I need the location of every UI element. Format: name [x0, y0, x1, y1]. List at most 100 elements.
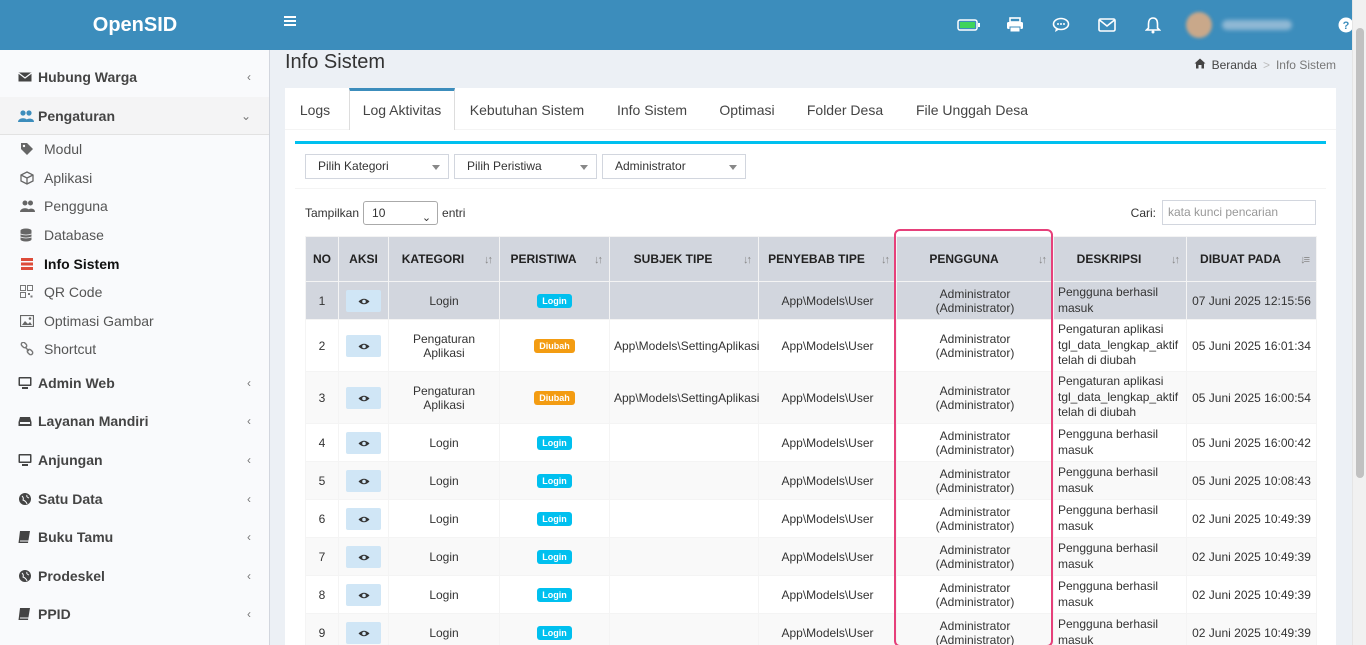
tab-folder-desa[interactable]: Folder Desa — [797, 88, 893, 130]
sidebar-sub-aplikasi[interactable]: Aplikasi — [0, 164, 269, 192]
cell-dibuat-pada: 02 Juni 2025 10:49:39 — [1186, 575, 1317, 614]
view-button[interactable] — [346, 431, 381, 454]
activity-log-table: NO AKSI KATEGORI ↓↑ PERISTIWA ↓↑ SUBJEK TI… — [305, 236, 1317, 645]
sidebar-sub-info-sistem[interactable]: Info Sistem — [0, 250, 269, 278]
description-line: tgl_data_lengkap_aktif — [1058, 389, 1179, 404]
table-row: 5 Login Login App\Models\User Administrator … — [305, 461, 1317, 500]
eye-icon — [358, 516, 370, 522]
peristiwa-badge: Login — [537, 512, 572, 526]
view-button[interactable] — [346, 583, 381, 606]
sidebar-item-prodeskel[interactable]: Prodeskel ‹ — [0, 557, 269, 595]
cell-peristiwa: Login — [499, 575, 610, 614]
cell-dibuat-pada: 05 Juni 2025 16:01:34 — [1186, 319, 1317, 372]
sidebar-sub-pengguna[interactable]: Pengguna — [0, 192, 269, 220]
peristiwa-badge: Diubah — [534, 391, 575, 405]
users-icon — [20, 199, 35, 213]
sidebar-item-layanan-mandiri[interactable]: Layanan Mandiri ‹ — [0, 402, 269, 440]
print-icon[interactable] — [992, 0, 1038, 50]
sidebar-sub-optimasi-gambar[interactable]: Optimasi Gambar — [0, 307, 269, 335]
table-header-row: NO AKSI KATEGORI ↓↑ PERISTIWA ↓↑ SUBJEK TI… — [305, 236, 1317, 282]
cell-peristiwa: Login — [499, 461, 610, 500]
col-subjek-tipe[interactable]: SUBJEK TIPE ↓↑ — [609, 236, 759, 282]
cell-kategori: Login — [388, 281, 500, 320]
chevron-down-icon: ⌄ — [421, 212, 432, 224]
tab-optimasi[interactable]: Optimasi — [709, 88, 785, 130]
tab-info-sistem[interactable]: Info Sistem — [605, 88, 699, 130]
cell-pengguna: Administrator (Administrator) — [896, 537, 1054, 576]
bell-icon[interactable] — [1130, 0, 1176, 50]
sidebar-sub-qr-code[interactable]: QR Code — [0, 278, 269, 306]
menu-toggle-icon[interactable] — [283, 14, 297, 28]
view-button[interactable] — [346, 507, 381, 530]
sidebar-item-buku-tamu[interactable]: Buku Tamu ‹ — [0, 518, 269, 556]
scrollbar-thumb[interactable] — [1356, 28, 1364, 478]
cell-deskripsi: Pengguna berhasil masuk — [1053, 423, 1187, 462]
col-deskripsi[interactable]: DESKRIPSI ↓↑ — [1053, 236, 1187, 282]
tab-file-unggah-desa[interactable]: File Unggah Desa — [905, 88, 1039, 130]
col-peristiwa[interactable]: PERISTIWA ↓↑ — [499, 236, 610, 282]
monitor-icon — [18, 453, 32, 467]
view-button[interactable] — [346, 386, 381, 409]
peristiwa-select[interactable]: Pilih Peristiwa — [454, 154, 597, 179]
sidebar-item-ppid[interactable]: PPID ‹ — [0, 595, 269, 633]
page-length-select[interactable]: 10 ⌄ — [363, 201, 439, 225]
col-no: NO — [305, 236, 339, 282]
col-pengguna[interactable]: PENGGUNA ↓↑ — [896, 236, 1054, 282]
cell-aksi — [338, 537, 389, 576]
cell-peristiwa: Diubah — [499, 371, 610, 424]
sidebar-item-satu-data[interactable]: Satu Data ‹ — [0, 480, 269, 518]
cell-aksi — [338, 371, 389, 424]
col-kategori[interactable]: KATEGORI ↓↑ — [388, 236, 500, 282]
tab-log-aktivitas[interactable]: Log Aktivitas — [349, 88, 455, 130]
mail-icon[interactable] — [1084, 0, 1130, 50]
eye-icon — [358, 630, 370, 636]
user-menu[interactable] — [1176, 0, 1326, 50]
cell-deskripsi: Pengguna berhasil masuk — [1053, 613, 1187, 645]
chat-icon[interactable] — [1038, 0, 1084, 50]
sidebar-item-anjungan[interactable]: Anjungan ‹ — [0, 441, 269, 479]
breadcrumb-home[interactable]: Beranda — [1212, 58, 1257, 72]
peristiwa-badge: Login — [537, 474, 572, 488]
tab-kebutuhan-sistem[interactable]: Kebutuhan Sistem — [461, 88, 593, 130]
peristiwa-badge: Login — [537, 550, 572, 564]
view-button[interactable] — [346, 469, 381, 492]
cell-pengguna: Administrator (Administrator) — [896, 371, 1054, 424]
col-dibuat-pada[interactable]: DIBUAT PADA ↓≡ — [1186, 236, 1317, 282]
description-line: Pengaturan aplikasi — [1058, 374, 1164, 389]
sort-icon: ↓↑ — [594, 254, 603, 266]
cell-penyebab-tipe: App\Models\User — [758, 281, 897, 320]
cell-kategori: Login — [388, 499, 500, 538]
view-button[interactable] — [346, 334, 381, 357]
cell-no: 7 — [305, 537, 339, 576]
sidebar-item-pengaturan[interactable]: Pengaturan ⌄ — [0, 97, 269, 135]
description-line: masuk — [1058, 300, 1094, 315]
pengguna-select[interactable]: Administrator — [602, 154, 746, 179]
sidebar-sub-modul[interactable]: Modul — [0, 135, 269, 163]
sidebar-item-hubung-warga[interactable]: Hubung Warga ‹ — [0, 58, 269, 96]
cell-subjek-tipe — [609, 575, 759, 614]
sidebar-item-admin-web[interactable]: Admin Web ‹ — [0, 364, 269, 402]
sidebar-sub-database[interactable]: Database — [0, 221, 269, 249]
tab-logs[interactable]: Logs — [285, 88, 345, 130]
cell-penyebab-tipe: App\Models\User — [758, 319, 897, 372]
table-row: 6 Login Login App\Models\User Administrator … — [305, 499, 1317, 538]
view-button[interactable] — [346, 289, 381, 312]
col-penyebab-tipe[interactable]: PENYEBAB TIPE ↓↑ — [758, 236, 897, 282]
page-scrollbar[interactable] — [1352, 0, 1366, 645]
app-logo[interactable]: OpenSID — [0, 0, 270, 50]
cell-aksi — [338, 499, 389, 538]
sidebar-sub-shortcut[interactable]: Shortcut — [0, 335, 269, 363]
cell-subjek-tipe — [609, 499, 759, 538]
cell-penyebab-tipe: App\Models\User — [758, 575, 897, 614]
cell-peristiwa: Login — [499, 423, 610, 462]
caret-down-icon — [580, 165, 588, 170]
view-button[interactable] — [346, 545, 381, 568]
description-line: Pengguna berhasil — [1058, 503, 1159, 517]
battery-icon[interactable] — [946, 0, 992, 50]
search-input[interactable]: kata kunci pencarian — [1162, 200, 1316, 225]
view-button[interactable] — [346, 621, 381, 644]
kategori-select[interactable]: Pilih Kategori — [305, 154, 449, 179]
description-line: Pengguna berhasil — [1058, 465, 1159, 479]
cell-subjek-tipe — [609, 461, 759, 500]
col-aksi: AKSI — [338, 236, 389, 282]
